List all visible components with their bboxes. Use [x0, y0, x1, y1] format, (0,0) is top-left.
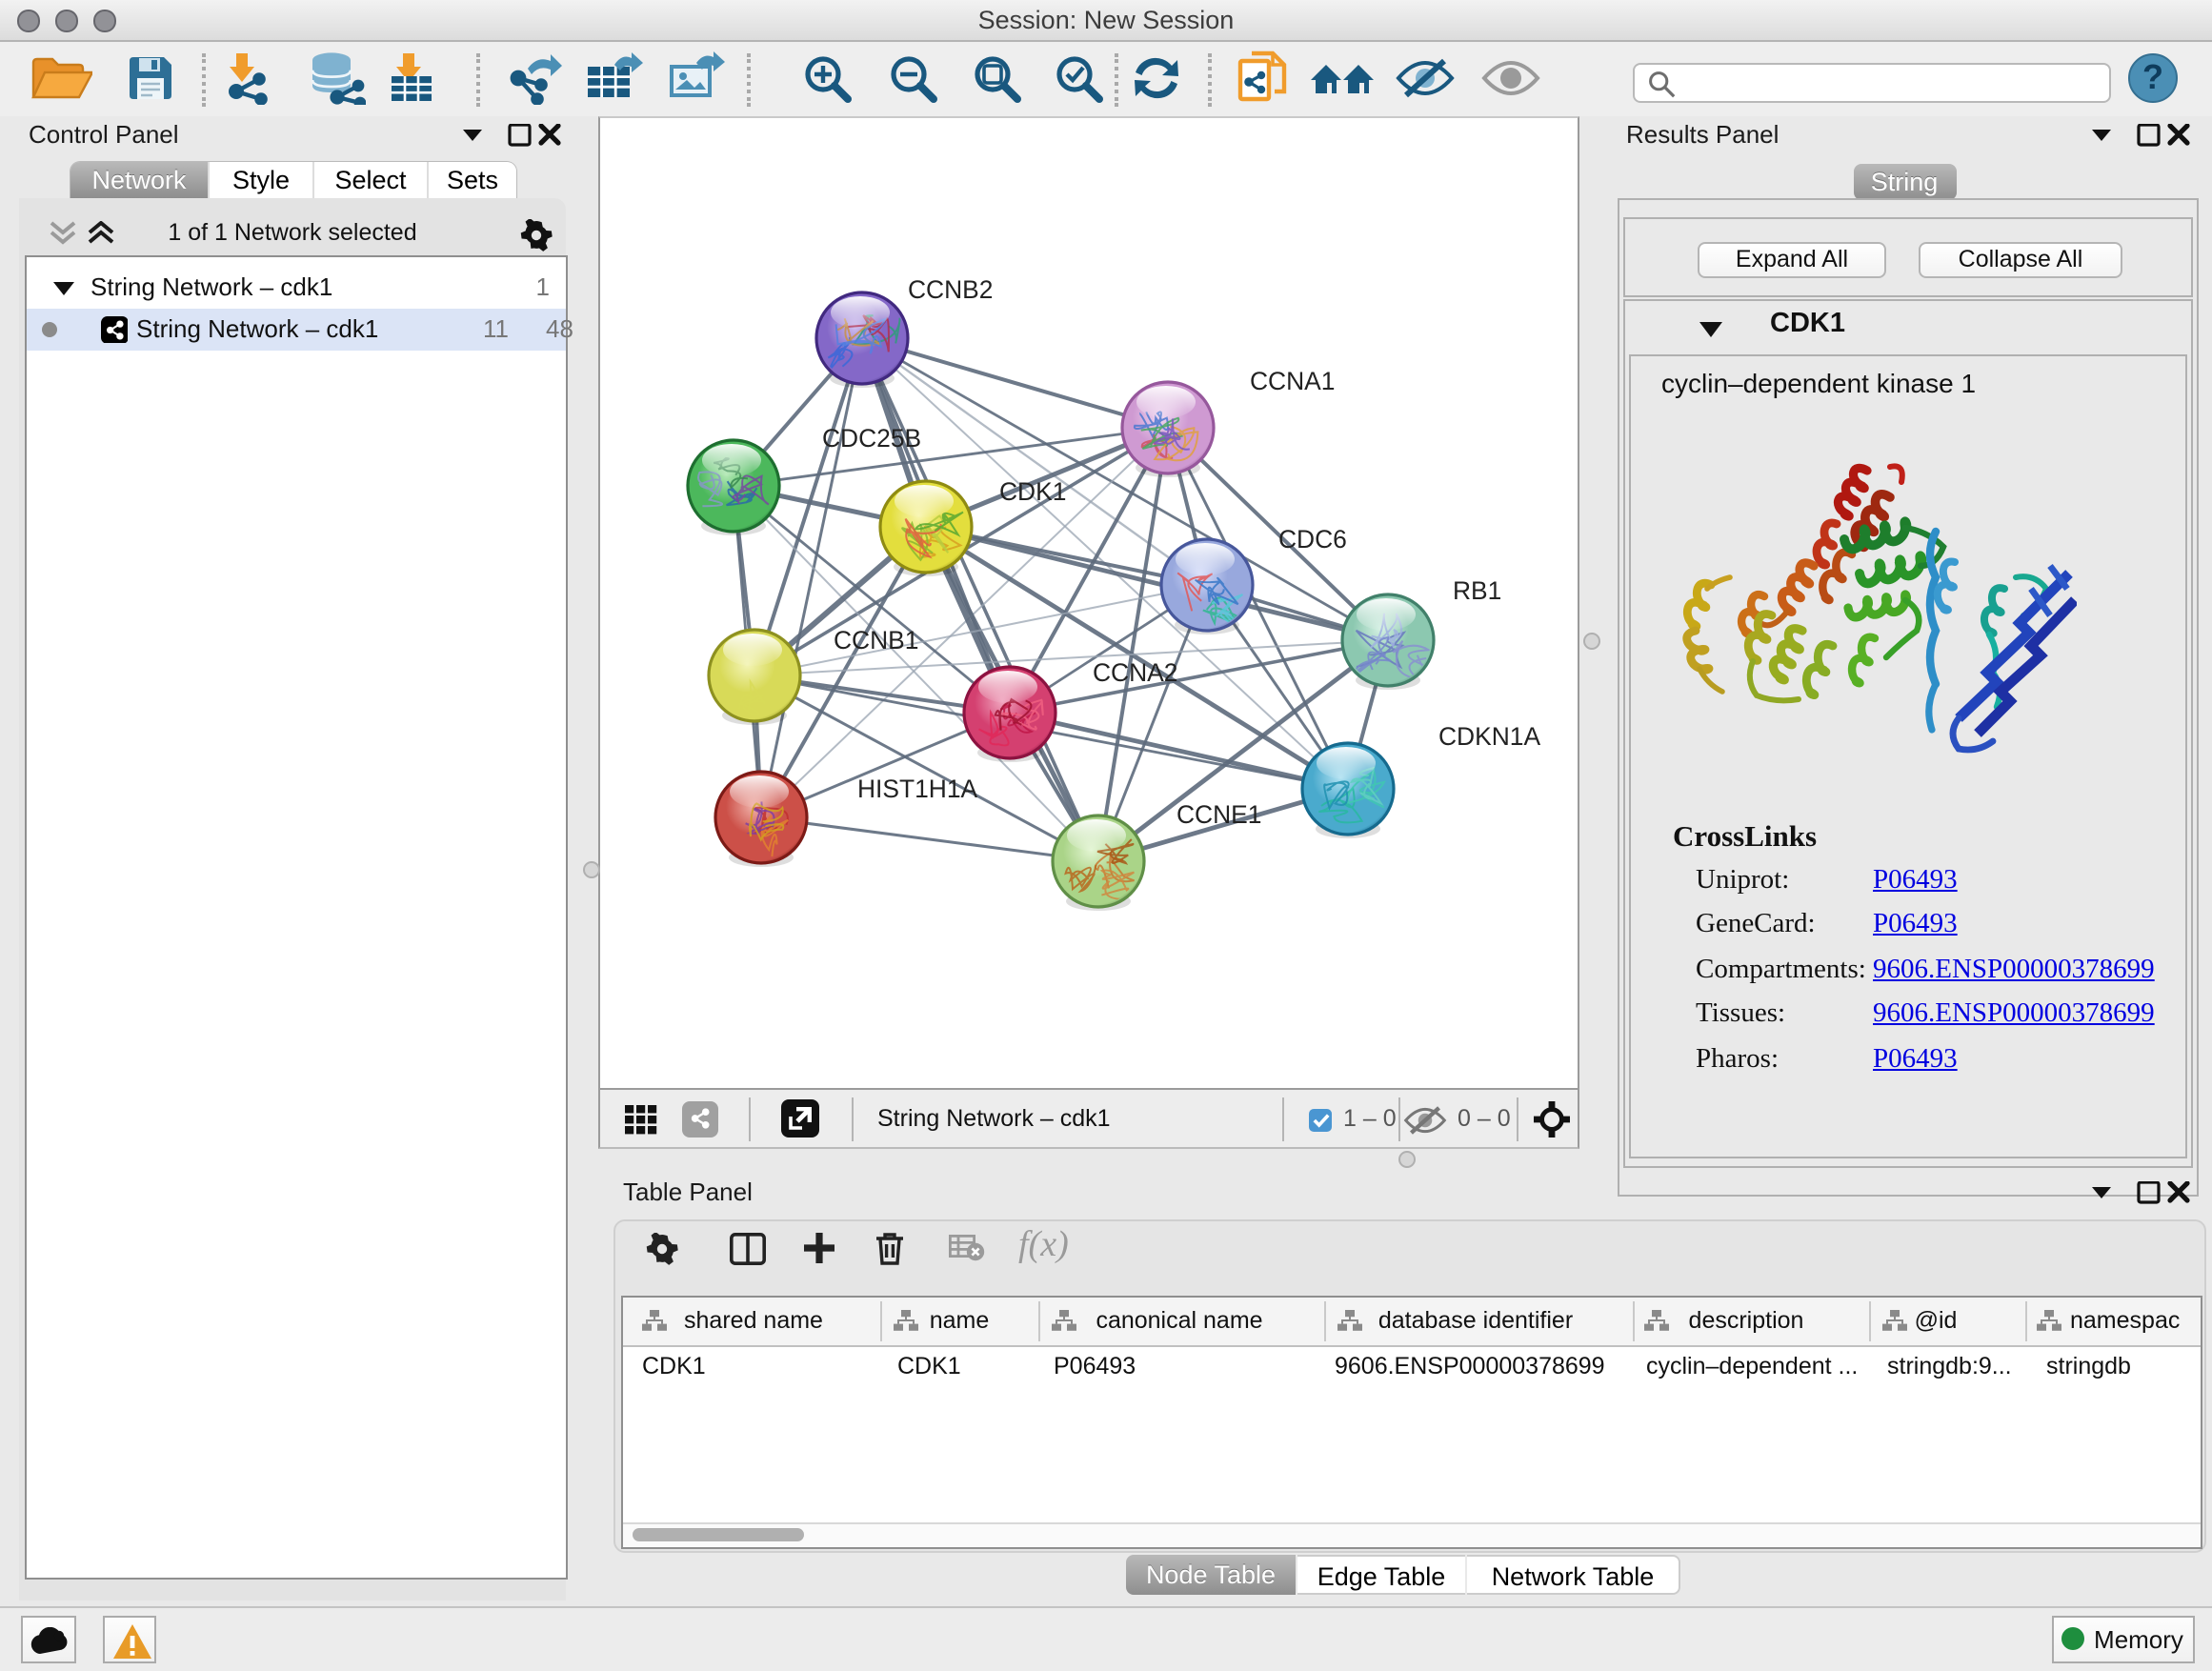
- svg-text:CCNE1: CCNE1: [1176, 800, 1261, 829]
- svg-text:CCNA2: CCNA2: [1093, 658, 1177, 687]
- svg-text:?: ?: [2142, 56, 2163, 95]
- svg-text:RB1: RB1: [1453, 576, 1501, 605]
- svg-text:CCNB1: CCNB1: [834, 626, 918, 654]
- svg-text:HIST1H1A: HIST1H1A: [857, 775, 978, 803]
- svg-text:CDC25B: CDC25B: [822, 424, 921, 453]
- svg-text:CCNA1: CCNA1: [1250, 367, 1335, 395]
- svg-text:CDK1: CDK1: [999, 477, 1066, 506]
- svg-text:CDC6: CDC6: [1278, 525, 1347, 554]
- svg-text:CCNB2: CCNB2: [908, 275, 993, 304]
- svg-text:CDKN1A: CDKN1A: [1438, 722, 1540, 751]
